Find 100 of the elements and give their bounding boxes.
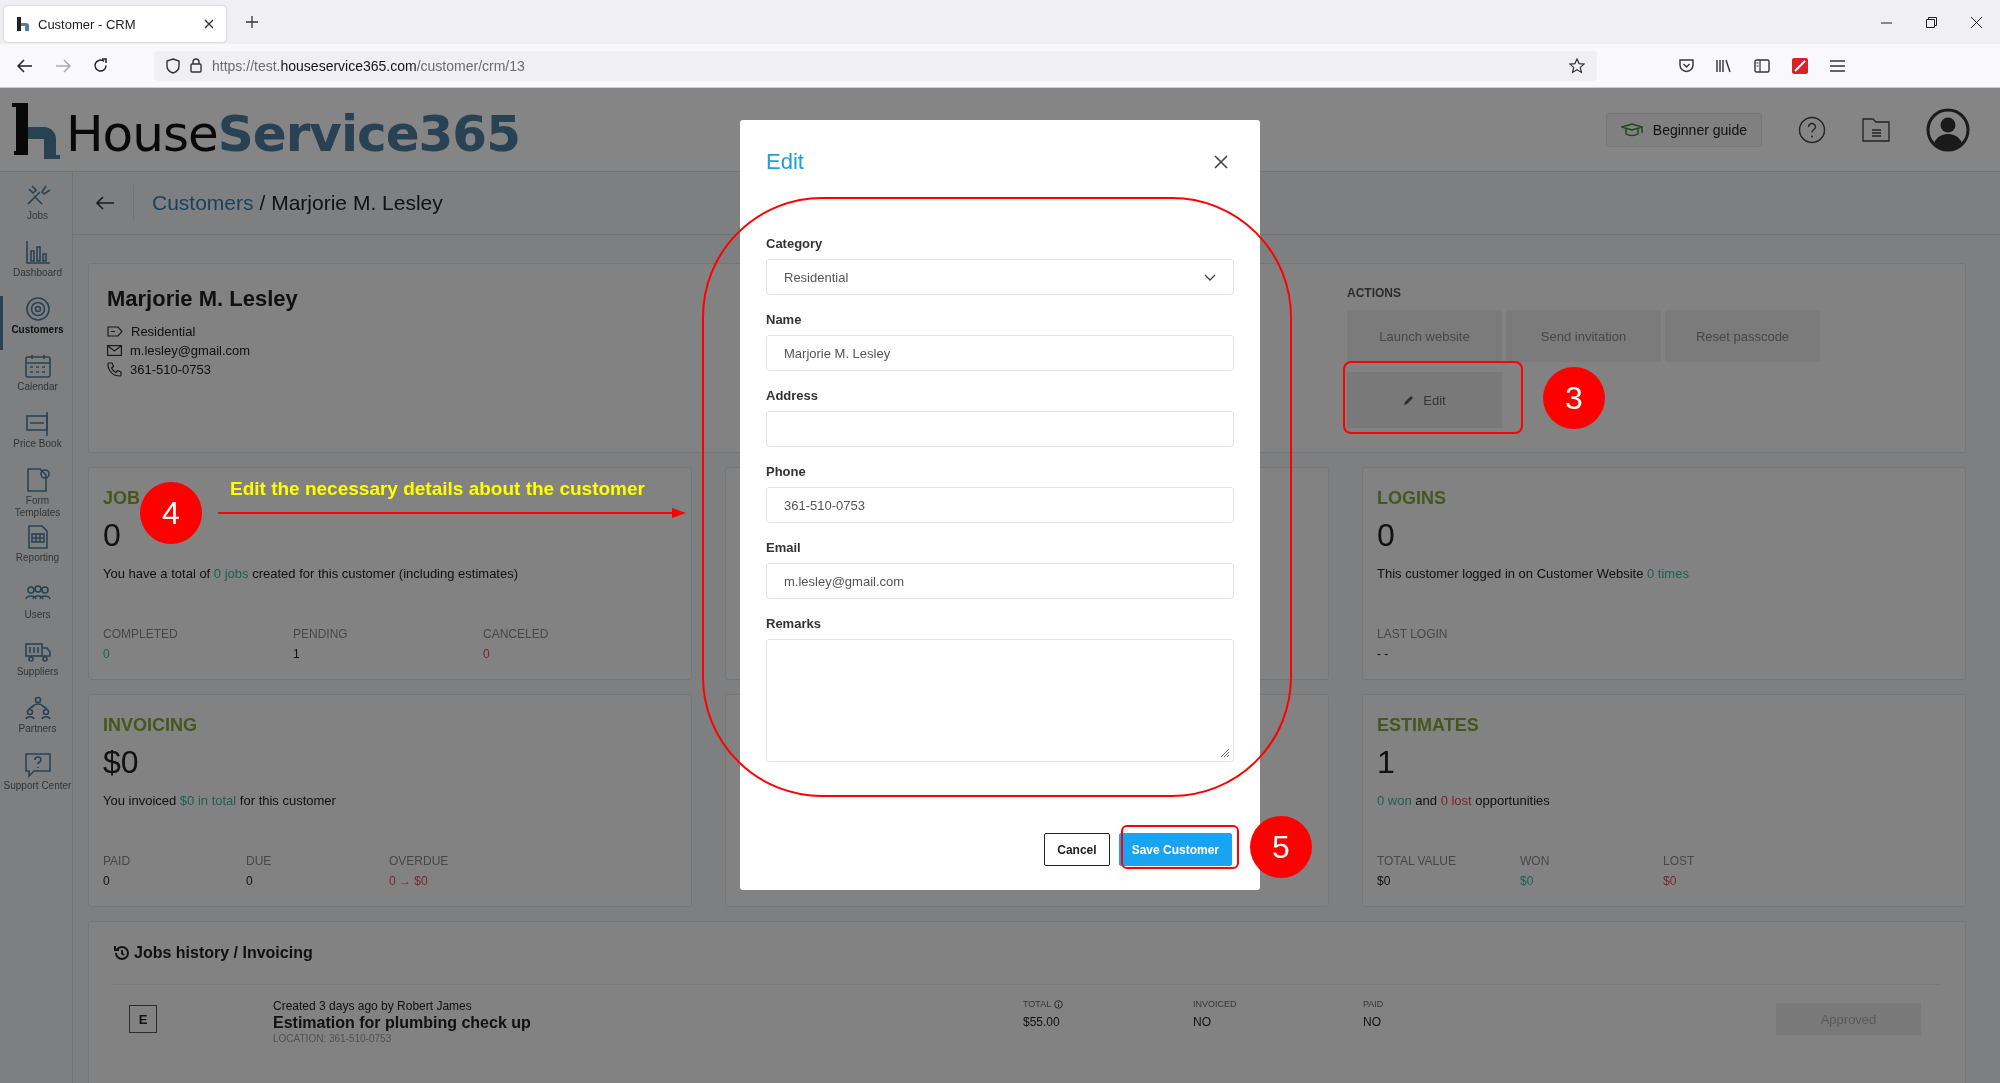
field-label: Address [766, 388, 820, 403]
dialog-title: Edit [766, 149, 804, 175]
edit-button[interactable]: Edit [1347, 372, 1502, 428]
back-arrow-icon[interactable] [95, 196, 115, 210]
sidebar-item[interactable]: Jobs [0, 182, 72, 236]
customer-email: m.lesley@gmail.com [130, 343, 251, 358]
stat-value: 0 [246, 874, 254, 888]
card-value: 1 [1377, 744, 1395, 781]
text-field[interactable] [766, 411, 1234, 447]
field-label: Email [766, 540, 802, 555]
graduation-cap-icon [1620, 122, 1643, 137]
support-icon [23, 752, 52, 778]
stat-label: CANCELED [483, 627, 550, 641]
column-value: $55.00 [1023, 1015, 1061, 1029]
inline-link[interactable]: 0 won [1377, 793, 1412, 808]
column-label: PAID [1363, 999, 1384, 1009]
card-title: JOB [103, 488, 140, 509]
breadcrumb-link[interactable]: Customers [152, 191, 254, 215]
restore-icon[interactable] [1926, 16, 1937, 28]
customer-phone: 361-510-0753 [130, 362, 211, 377]
beginner-guide-button[interactable]: Beginner guide [1605, 112, 1762, 147]
stat-value: 0 [103, 874, 111, 888]
close-icon[interactable] [204, 19, 214, 29]
annotation-text: Edit the necessary details about the customer [230, 478, 645, 500]
card-title: ESTIMATES [1377, 715, 1479, 736]
text-field[interactable]: Marjorie M. Lesley [766, 335, 1234, 371]
field-label: Name [766, 312, 803, 327]
inline-link[interactable]: 0 lost [1440, 793, 1472, 808]
sidebar-item[interactable]: Reporting [0, 524, 72, 578]
customer-category: Residential [131, 324, 196, 339]
avatar-icon[interactable] [1926, 107, 1970, 152]
sidebar-item[interactable]: Support Center [0, 752, 72, 806]
resize-grip-icon[interactable] [1220, 748, 1230, 758]
sidebar-item[interactable]: Users [0, 581, 72, 635]
chevron-down-icon [1204, 273, 1216, 281]
mail-icon [107, 345, 122, 356]
stat-label: OVERDUE [389, 854, 450, 868]
sidebar-item[interactable]: Customers [0, 296, 72, 350]
inline-link[interactable]: 0 jobs [213, 566, 249, 581]
calendar-icon [23, 353, 52, 379]
extension-icon[interactable] [1792, 57, 1808, 74]
stat-value: 1 [293, 647, 301, 661]
stat-value: $0 [1520, 874, 1535, 888]
sidebar-item[interactable]: Suppliers [0, 638, 72, 692]
remarks-field[interactable] [766, 639, 1234, 762]
help-icon[interactable] [1798, 115, 1826, 144]
document-icon[interactable] [1862, 117, 1890, 142]
actions-heading: ACTIONS [1347, 286, 1402, 300]
stat-label: DUE [246, 854, 273, 868]
inline-link[interactable]: $0 in total [179, 793, 237, 808]
column-label: TOTAL [1023, 999, 1052, 1009]
stat-value: $0 [1377, 874, 1392, 888]
card-description: You invoiced $0 in total for this customer [103, 793, 337, 808]
stat-value: $0 [1663, 874, 1678, 888]
star-icon[interactable] [1569, 57, 1585, 74]
sidebar-item[interactable]: Calendar [0, 353, 72, 407]
sidebar-item[interactable]: Partners [0, 695, 72, 749]
inline-link[interactable]: 0 times [1647, 566, 1689, 581]
stat-label: COMPLETED [103, 627, 179, 641]
address-bar[interactable]: https://test.houseservice365.com/customer/crm/13 [154, 50, 1597, 81]
customer-name: Marjorie M. Lesley [107, 286, 299, 312]
save-button[interactable]: Save Customer [1118, 833, 1232, 866]
logo-text: HouseService365 [66, 108, 520, 159]
stat-value: - - [1377, 647, 1390, 661]
text-field[interactable]: 361-510-0753 [766, 487, 1234, 523]
sidebar-item[interactable]: Dashboard [0, 239, 72, 293]
text-field[interactable]: m.lesley@gmail.com [766, 563, 1234, 599]
reload-icon[interactable] [93, 58, 108, 73]
close-icon[interactable] [1971, 16, 1982, 28]
stat-label: PENDING [293, 627, 349, 641]
lock-icon [190, 58, 202, 73]
sidebar-item[interactable]: Form Templates [0, 467, 72, 521]
close-icon[interactable] [1214, 155, 1228, 169]
breadcrumb-current: / Marjorie M. Lesley [259, 191, 443, 215]
stat-label: WON [1520, 854, 1551, 868]
stat-label: PAID [103, 854, 132, 868]
cancel-button[interactable]: Cancel [1044, 833, 1110, 866]
url-text: https://test.houseservice365.com/customer/crm/13 [212, 57, 525, 74]
card-description: You have a total of 0 jobs created for this customer (including estimates) [103, 566, 520, 581]
sidebar-icon[interactable] [1754, 58, 1770, 73]
menu-icon[interactable] [1830, 59, 1845, 72]
pocket-icon[interactable] [1679, 58, 1694, 73]
chart-icon [23, 239, 52, 265]
back-icon[interactable] [17, 58, 33, 73]
library-icon[interactable] [1716, 58, 1732, 73]
shield-icon [166, 57, 180, 74]
stat-value: 0 [483, 647, 491, 661]
history-icon [113, 945, 130, 961]
browser-tab[interactable]: Customer - CRM [4, 6, 226, 42]
phone-icon [107, 362, 122, 377]
new-tab-icon[interactable] [246, 16, 258, 28]
info-icon [1054, 999, 1064, 1009]
target-icon [23, 296, 52, 322]
category-select[interactable]: Residential [766, 259, 1234, 295]
tag-icon [107, 326, 123, 337]
sidebar-item[interactable]: Price Book [0, 410, 72, 464]
field-label: Category [766, 236, 824, 251]
tab-title: Customer - CRM [38, 16, 137, 32]
card-description: This customer logged in on Customer Website 0 times [1377, 566, 1690, 581]
created-text: Created 3 days ago by Robert James [273, 999, 473, 1013]
